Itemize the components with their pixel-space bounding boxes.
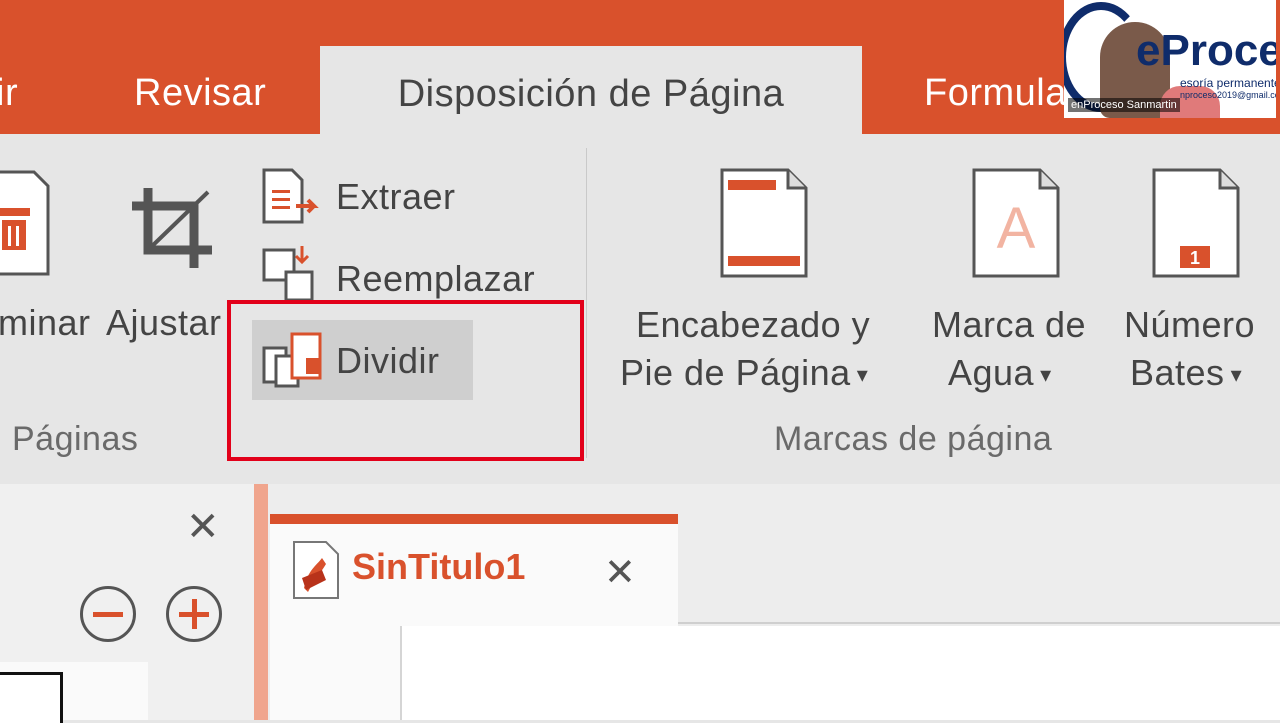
document-tab-title[interactable]: SinTitulo1 (352, 546, 525, 588)
crop-icon[interactable] (130, 186, 214, 270)
zoom-in-button[interactable] (166, 586, 222, 642)
header-footer-icon (720, 168, 808, 278)
tab-partial-left[interactable]: ir (0, 72, 18, 115)
bates-button-line1[interactable]: Número (1124, 304, 1255, 346)
delete-pages-button[interactable]: minar (0, 302, 91, 344)
close-tab-icon[interactable]: ✕ (604, 550, 636, 595)
header-footer-button-line1[interactable]: Encabezado y (636, 304, 870, 346)
bates-icon-number: 1 (1190, 248, 1200, 268)
webcam-overlay: eProceso esoría permanente nproceso2019@… (1064, 0, 1276, 118)
bates-number-icon: 1 (1152, 168, 1240, 278)
chevron-down-icon: ▾ (1040, 362, 1052, 388)
page-thumbnail[interactable] (0, 662, 148, 723)
replace-button[interactable]: Reemplazar (336, 258, 535, 300)
watermark-icon: A (972, 168, 1060, 278)
pdf-file-icon (293, 541, 339, 599)
bates-number-button[interactable]: Bates ▾ (1130, 352, 1242, 394)
replace-icon (262, 246, 314, 302)
chevron-down-icon: ▾ (1230, 362, 1243, 388)
zoom-out-button[interactable] (80, 586, 136, 642)
tab-formularios[interactable]: Formula (924, 72, 1067, 115)
watermark-label-line2: Agua (948, 352, 1035, 393)
watermark-letter: A (997, 196, 1036, 261)
bates-label-line2: Bates (1130, 352, 1225, 393)
delete-page-icon[interactable] (0, 168, 52, 278)
group-separator (586, 148, 587, 458)
webcam-brand-text: eProceso (1136, 26, 1276, 75)
tab-revisar[interactable]: Revisar (134, 72, 266, 115)
panel-splitter[interactable] (254, 484, 268, 720)
panel-close-button[interactable]: ✕ (186, 504, 220, 550)
header-footer-button[interactable]: Pie de Página ▾ (620, 352, 868, 394)
tab-strip-divider (678, 622, 1280, 624)
minus-icon (93, 612, 123, 617)
watermark-button[interactable]: Agua ▾ (948, 352, 1052, 394)
header-footer-label-line2: Pie de Página (620, 352, 851, 393)
annotation-highlight-box (227, 300, 584, 461)
chevron-down-icon: ▾ (856, 362, 869, 388)
webcam-subtitle: esoría permanente (1180, 76, 1276, 90)
webcam-caption: enProceso Sanmartin (1068, 98, 1180, 112)
webcam-email: nproceso2019@gmail.com (1180, 90, 1276, 100)
extract-icon (262, 168, 319, 224)
pages-group-label: Páginas (12, 420, 139, 458)
extract-button[interactable]: Extraer (336, 176, 456, 218)
page-marks-group-label: Marcas de página (774, 420, 1053, 458)
watermark-button-line1[interactable]: Marca de (932, 304, 1086, 346)
document-page (400, 626, 1280, 720)
tab-disposicion-de-pagina[interactable]: Disposición de Página (320, 46, 862, 136)
adjust-pages-button[interactable]: Ajustar (106, 302, 222, 344)
